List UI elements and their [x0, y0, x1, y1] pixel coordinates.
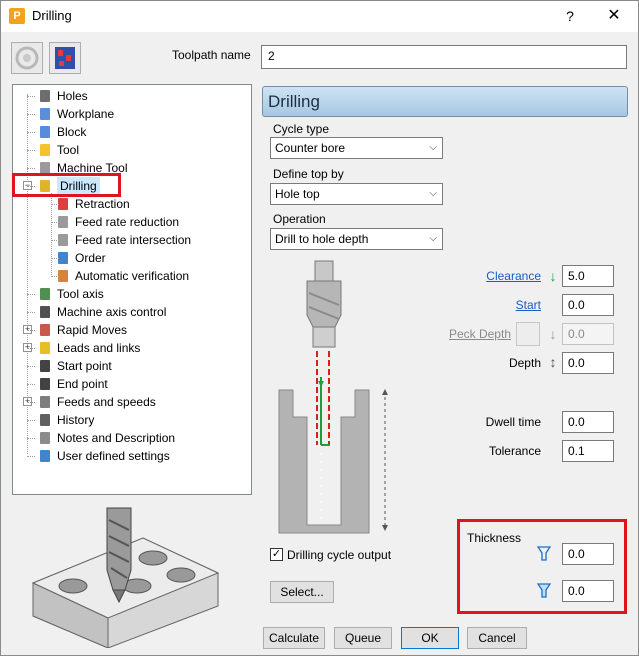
title-bar: P Drilling ? ✕ [1, 1, 638, 32]
preview-icon[interactable] [49, 42, 81, 74]
toolpath-name-label: Toolpath name [172, 48, 251, 62]
peck-depth-input: 0.0 [562, 323, 614, 345]
workplane-icon [37, 106, 53, 122]
arrow-down-icon: ↓ [549, 268, 557, 284]
tree-item-label: Feeds and speeds [57, 395, 156, 409]
depth-arrow-icon: ↕ [549, 354, 557, 370]
tree-item-label: Automatic verification [75, 269, 190, 283]
panel-header: Drilling [262, 86, 628, 117]
cycle-type-value: Counter bore [275, 141, 346, 155]
operation-label: Operation [273, 212, 326, 226]
end-point-icon [37, 376, 53, 392]
tree-item-label: End point [57, 377, 108, 391]
start-input[interactable]: 0.0 [562, 294, 614, 316]
tolerance-input[interactable]: 0.1 [562, 440, 614, 462]
tool-icon [37, 142, 53, 158]
leads-and-links-icon [37, 340, 53, 356]
feeds-and-speeds-icon [37, 394, 53, 410]
peck-depth-label: Peck Depth [448, 327, 511, 341]
arrow-down-icon: ↓ [549, 326, 557, 342]
tree-item-label: History [57, 413, 95, 427]
panel-title: Drilling [268, 92, 320, 111]
rapid-moves-icon [37, 322, 53, 338]
drilling-dialog: P Drilling ? ✕ Toolpath name 2 Holes Work… [0, 0, 639, 656]
cycle-diagram [269, 257, 409, 535]
history-icon [37, 412, 53, 428]
toolpath-strategy-icon[interactable] [11, 42, 43, 74]
queue-button[interactable]: Queue [334, 627, 392, 649]
user-settings-icon [37, 448, 53, 464]
tolerance-label: Tolerance [488, 444, 541, 458]
chevron-down-icon: ⌵ [429, 142, 437, 153]
define-top-label: Define top by [273, 167, 344, 181]
tree-item-label: Machine axis control [57, 305, 167, 319]
tool-axis-icon [37, 286, 53, 302]
define-top-select[interactable]: Hole top ⌵ [270, 183, 443, 205]
dwell-time-input[interactable]: 0.0 [562, 411, 614, 433]
depth-input[interactable]: 0.0 [562, 352, 614, 374]
block-icon [37, 124, 53, 140]
clearance-input[interactable]: 5.0 [562, 265, 614, 287]
tree-item-label: Feed rate intersection [75, 233, 192, 247]
drilling-preview-image [13, 498, 253, 649]
ok-button[interactable]: OK [401, 627, 459, 649]
peck-depth-icon [516, 322, 540, 346]
depth-label: Depth [508, 356, 541, 370]
cycle-type-select[interactable]: Counter bore ⌵ [270, 137, 443, 159]
tree-item-label: Rapid Moves [57, 323, 128, 337]
app-icon: P [9, 8, 25, 24]
tree-item-label: Workplane [57, 107, 115, 121]
operation-value: Drill to hole depth [275, 232, 369, 246]
tree-item-label: Leads and links [57, 341, 141, 355]
tree-item-label: Block [57, 125, 87, 139]
chevron-down-icon: ⌵ [429, 188, 437, 199]
tree-item-label: Order [75, 251, 106, 265]
drilling-cycle-output-label: Drilling cycle output [287, 548, 392, 562]
calculate-button[interactable]: Calculate [263, 627, 325, 649]
define-top-value: Hole top [275, 187, 320, 201]
tree-item-label: Retraction [75, 197, 130, 211]
tree-item-label: User defined settings [57, 449, 170, 463]
drilling-highlight-box [12, 173, 121, 197]
cycle-type-label: Cycle type [273, 122, 330, 136]
help-button[interactable]: ? [557, 5, 583, 27]
tree-item-label: Tool axis [57, 287, 104, 301]
holes-icon [37, 88, 53, 104]
cancel-button[interactable]: Cancel [467, 627, 527, 649]
window-title: Drilling [32, 8, 72, 23]
dwell-time-label: Dwell time [485, 415, 541, 429]
toolpath-tree: Holes Workplane Block Tool Machine Tool Drill… [12, 84, 252, 495]
select-button[interactable]: Select... [270, 581, 334, 603]
tree-item-label: Notes and Description [57, 431, 176, 445]
drilling-cycle-output-checkbox[interactable]: ✓ [270, 548, 283, 561]
notes-icon [37, 430, 53, 446]
machine-axis-control-icon [37, 304, 53, 320]
thickness-highlight-box [457, 519, 627, 614]
toolpath-name-input[interactable]: 2 [261, 45, 627, 69]
operation-select[interactable]: Drill to hole depth ⌵ [270, 228, 443, 250]
close-button[interactable]: ✕ [597, 5, 631, 27]
tree-item-label: Start point [57, 359, 112, 373]
tree-item-label: Feed rate reduction [75, 215, 180, 229]
start-point-icon [37, 358, 53, 374]
clearance-label[interactable]: Clearance [431, 269, 541, 283]
tree-item-label: Tool [57, 143, 80, 157]
chevron-down-icon: ⌵ [429, 233, 437, 244]
start-label[interactable]: Start [431, 298, 541, 312]
tree-item-label: Holes [57, 89, 88, 103]
